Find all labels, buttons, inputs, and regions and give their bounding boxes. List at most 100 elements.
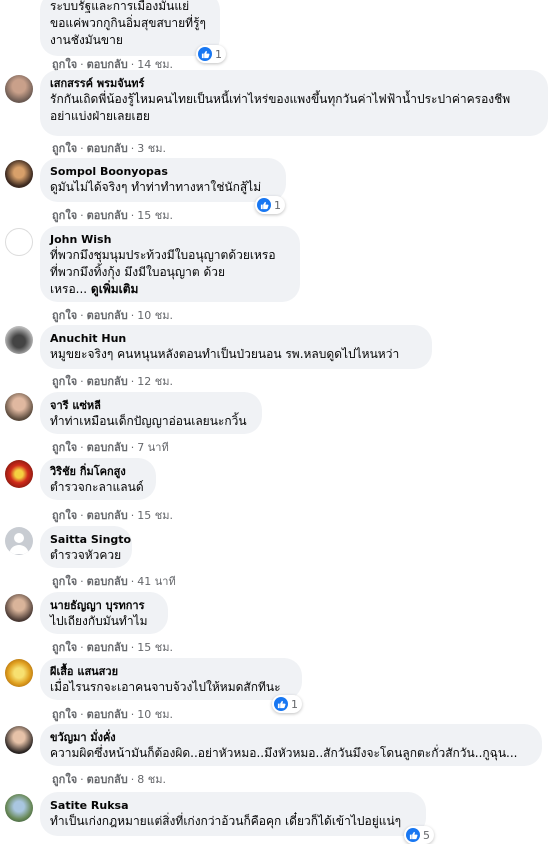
- like-link[interactable]: ถูกใจ: [52, 708, 77, 721]
- dot-separator: ·: [130, 641, 135, 654]
- timestamp[interactable]: 15 ชม.: [137, 641, 173, 654]
- dot-separator: ·: [130, 375, 135, 388]
- avatar[interactable]: [5, 326, 33, 354]
- comment-actions: ถูกใจ · ตอบกลับ · 41 นาที: [52, 572, 176, 590]
- avatar[interactable]: [5, 160, 33, 188]
- dot-separator: ·: [130, 575, 135, 588]
- see-more-link[interactable]: ดูเพิ่มเติม: [91, 282, 139, 296]
- timestamp[interactable]: 3 ชม.: [137, 142, 166, 155]
- like-link[interactable]: ถูกใจ: [52, 509, 77, 522]
- comment-bubble: Anuchit Hun หมูขยะจริงๆ คนหนุนหลังตอนทำเ…: [40, 325, 432, 369]
- like-link[interactable]: ถูกใจ: [52, 309, 77, 322]
- avatar[interactable]: [5, 393, 33, 421]
- author-name[interactable]: Anuchit Hun: [50, 331, 422, 346]
- dot-separator: ·: [130, 142, 135, 155]
- dot-separator: ·: [80, 441, 84, 454]
- reply-link[interactable]: ตอบกลับ: [87, 509, 128, 522]
- reply-link[interactable]: ตอบกลับ: [87, 309, 128, 322]
- comment-actions: ถูกใจ · ตอบกลับ · 8 ชม.: [52, 770, 166, 788]
- author-name[interactable]: วิริชัย กิ่มโคกสูง: [50, 464, 146, 479]
- comment-text: ตำรวจหัวควย: [50, 548, 122, 562]
- comment-bubble: Satite Ruksa ทำเป็นเก่งกฎหมายแต่สิ่งที่เ…: [40, 792, 426, 836]
- avatar[interactable]: [5, 594, 33, 622]
- comment-bubble: ขวัญมา มั่งคั่ง ความผิดซึ่งหน้ามันก็ต้อง…: [40, 724, 542, 766]
- timestamp[interactable]: 15 ชม.: [137, 509, 173, 522]
- like-link[interactable]: ถูกใจ: [52, 441, 77, 454]
- author-name[interactable]: Sompol Boonyopas: [50, 164, 276, 179]
- like-link[interactable]: ถูกใจ: [52, 773, 77, 786]
- reply-link[interactable]: ตอบกลับ: [87, 773, 128, 786]
- dot-separator: ·: [130, 309, 135, 322]
- dot-separator: ·: [80, 142, 84, 155]
- comment-bubble: ระบบรัฐและการเมืองมันแย่ ขอแค่พวกกูกินอิ…: [40, 0, 220, 56]
- reply-link[interactable]: ตอบกลับ: [87, 641, 128, 654]
- reaction-count[interactable]: 1: [272, 695, 302, 713]
- timestamp[interactable]: 10 ชม.: [137, 708, 173, 721]
- author-name[interactable]: Saitta Singto: [50, 532, 131, 547]
- avatar[interactable]: [5, 726, 33, 754]
- reply-link[interactable]: ตอบกลับ: [87, 708, 128, 721]
- comment-actions: ถูกใจ · ตอบกลับ · 15 ชม.: [52, 206, 173, 224]
- like-link[interactable]: ถูกใจ: [52, 142, 77, 155]
- comment-text: รักกันเถิดพี่น้องรู้ไหมคนไทยเป็นหนี้เท่า…: [50, 92, 511, 123]
- reply-link[interactable]: ตอบกลับ: [87, 441, 128, 454]
- like-reaction-icon: [198, 47, 212, 61]
- reply-link[interactable]: ตอบกลับ: [87, 575, 128, 588]
- timestamp[interactable]: 15 ชม.: [137, 209, 173, 222]
- reaction-number: 5: [423, 828, 430, 842]
- reaction-count[interactable]: 1: [255, 196, 285, 214]
- author-name[interactable]: Satite Ruksa: [50, 798, 416, 813]
- timestamp[interactable]: 12 ชม.: [137, 375, 173, 388]
- timestamp[interactable]: 8 ชม.: [137, 773, 166, 786]
- comment-bubble: Sompol Boonyopas ดูมันไม่ได้จริงๆ ทำท่าท…: [40, 158, 286, 202]
- comment-actions: ถูกใจ · ตอบกลับ · 10 ชม.: [52, 705, 173, 723]
- dot-separator: ·: [80, 641, 84, 654]
- like-link[interactable]: ถูกใจ: [52, 375, 77, 388]
- reaction-number: 1: [215, 47, 222, 61]
- reply-link[interactable]: ตอบกลับ: [87, 209, 128, 222]
- avatar[interactable]: [5, 460, 33, 488]
- dot-separator: ·: [80, 773, 84, 786]
- reply-link[interactable]: ตอบกลับ: [87, 375, 128, 388]
- author-name[interactable]: ขวัญมา มั่งคั่ง: [50, 730, 532, 745]
- like-link[interactable]: ถูกใจ: [52, 575, 77, 588]
- comment-bubble: นายธัญญา บุรทการ ไปเถียงกับมันทำไม: [40, 592, 168, 634]
- comment-bubble: จารี แซ่หลี ทำท่าเหมือนเด็กปัญญาอ่อนเลยน…: [40, 392, 262, 434]
- avatar[interactable]: [5, 794, 33, 822]
- comment-text: ดูมันไม่ได้จริงๆ ทำท่าทำทางหาใช่นักสู้ไม…: [50, 180, 262, 194]
- comment-actions: ถูกใจ · ตอบกลับ · 3 ชม.: [52, 139, 166, 157]
- timestamp[interactable]: 10 ชม.: [137, 309, 173, 322]
- avatar[interactable]: [5, 659, 33, 687]
- reply-link[interactable]: ตอบกลับ: [87, 142, 128, 155]
- avatar[interactable]: [5, 75, 33, 103]
- comment-text: ทำท่าเหมือนเด็กปัญญาอ่อนเลยนะกวิ้น: [50, 414, 247, 428]
- comment-actions: ถูกใจ · ตอบกลับ · 10 ชม.: [52, 306, 173, 324]
- reaction-number: 1: [274, 198, 281, 212]
- comment-text: ระบบรัฐและการเมืองมันแย่ ขอแค่พวกกูกินอิ…: [50, 0, 206, 47]
- comment-actions: ถูกใจ · ตอบกลับ · 12 ชม.: [52, 372, 173, 390]
- like-link[interactable]: ถูกใจ: [52, 641, 77, 654]
- dot-separator: ·: [130, 708, 135, 721]
- timestamp[interactable]: 7 นาที: [137, 441, 168, 454]
- avatar[interactable]: [5, 228, 33, 256]
- timestamp[interactable]: 41 นาที: [137, 575, 175, 588]
- avatar[interactable]: [5, 527, 33, 555]
- author-name[interactable]: ผีเสื้อ แสนสวย: [50, 664, 292, 679]
- dot-separator: ·: [80, 708, 84, 721]
- comment-text: ความผิดซึ่งหน้ามันก็ต้องผิด..อย่าหัวหมอ.…: [50, 746, 518, 760]
- reaction-count[interactable]: 1: [196, 45, 226, 63]
- dot-separator: ·: [80, 575, 84, 588]
- comment-text: ที่พวกมึงชุมนุมประท้วงมีใบอนุญาตด้วยเหรอ…: [50, 247, 290, 298]
- author-name[interactable]: จารี แซ่หลี: [50, 398, 252, 413]
- comment-text-body: ที่พวกมึงชุมนุมประท้วงมีใบอนุญาตด้วยเหรอ…: [50, 248, 276, 296]
- author-name[interactable]: John Wish: [50, 232, 290, 247]
- reaction-count[interactable]: 5: [404, 826, 434, 844]
- comment-text: เมื่อไรนรกจะเอาคนจาบจ้วงไปให้หมดสักทีนะ: [50, 680, 281, 694]
- comment-actions: ถูกใจ · ตอบกลับ · 15 ชม.: [52, 638, 173, 656]
- dot-separator: ·: [130, 773, 135, 786]
- like-link[interactable]: ถูกใจ: [52, 209, 77, 222]
- like-reaction-icon: [274, 697, 288, 711]
- comment-bubble: ผีเสื้อ แสนสวย เมื่อไรนรกจะเอาคนจาบจ้วงไ…: [40, 658, 302, 700]
- author-name[interactable]: นายธัญญา บุรทการ: [50, 598, 158, 613]
- author-name[interactable]: เสกสรรค์ พรมจันทร์: [50, 76, 538, 91]
